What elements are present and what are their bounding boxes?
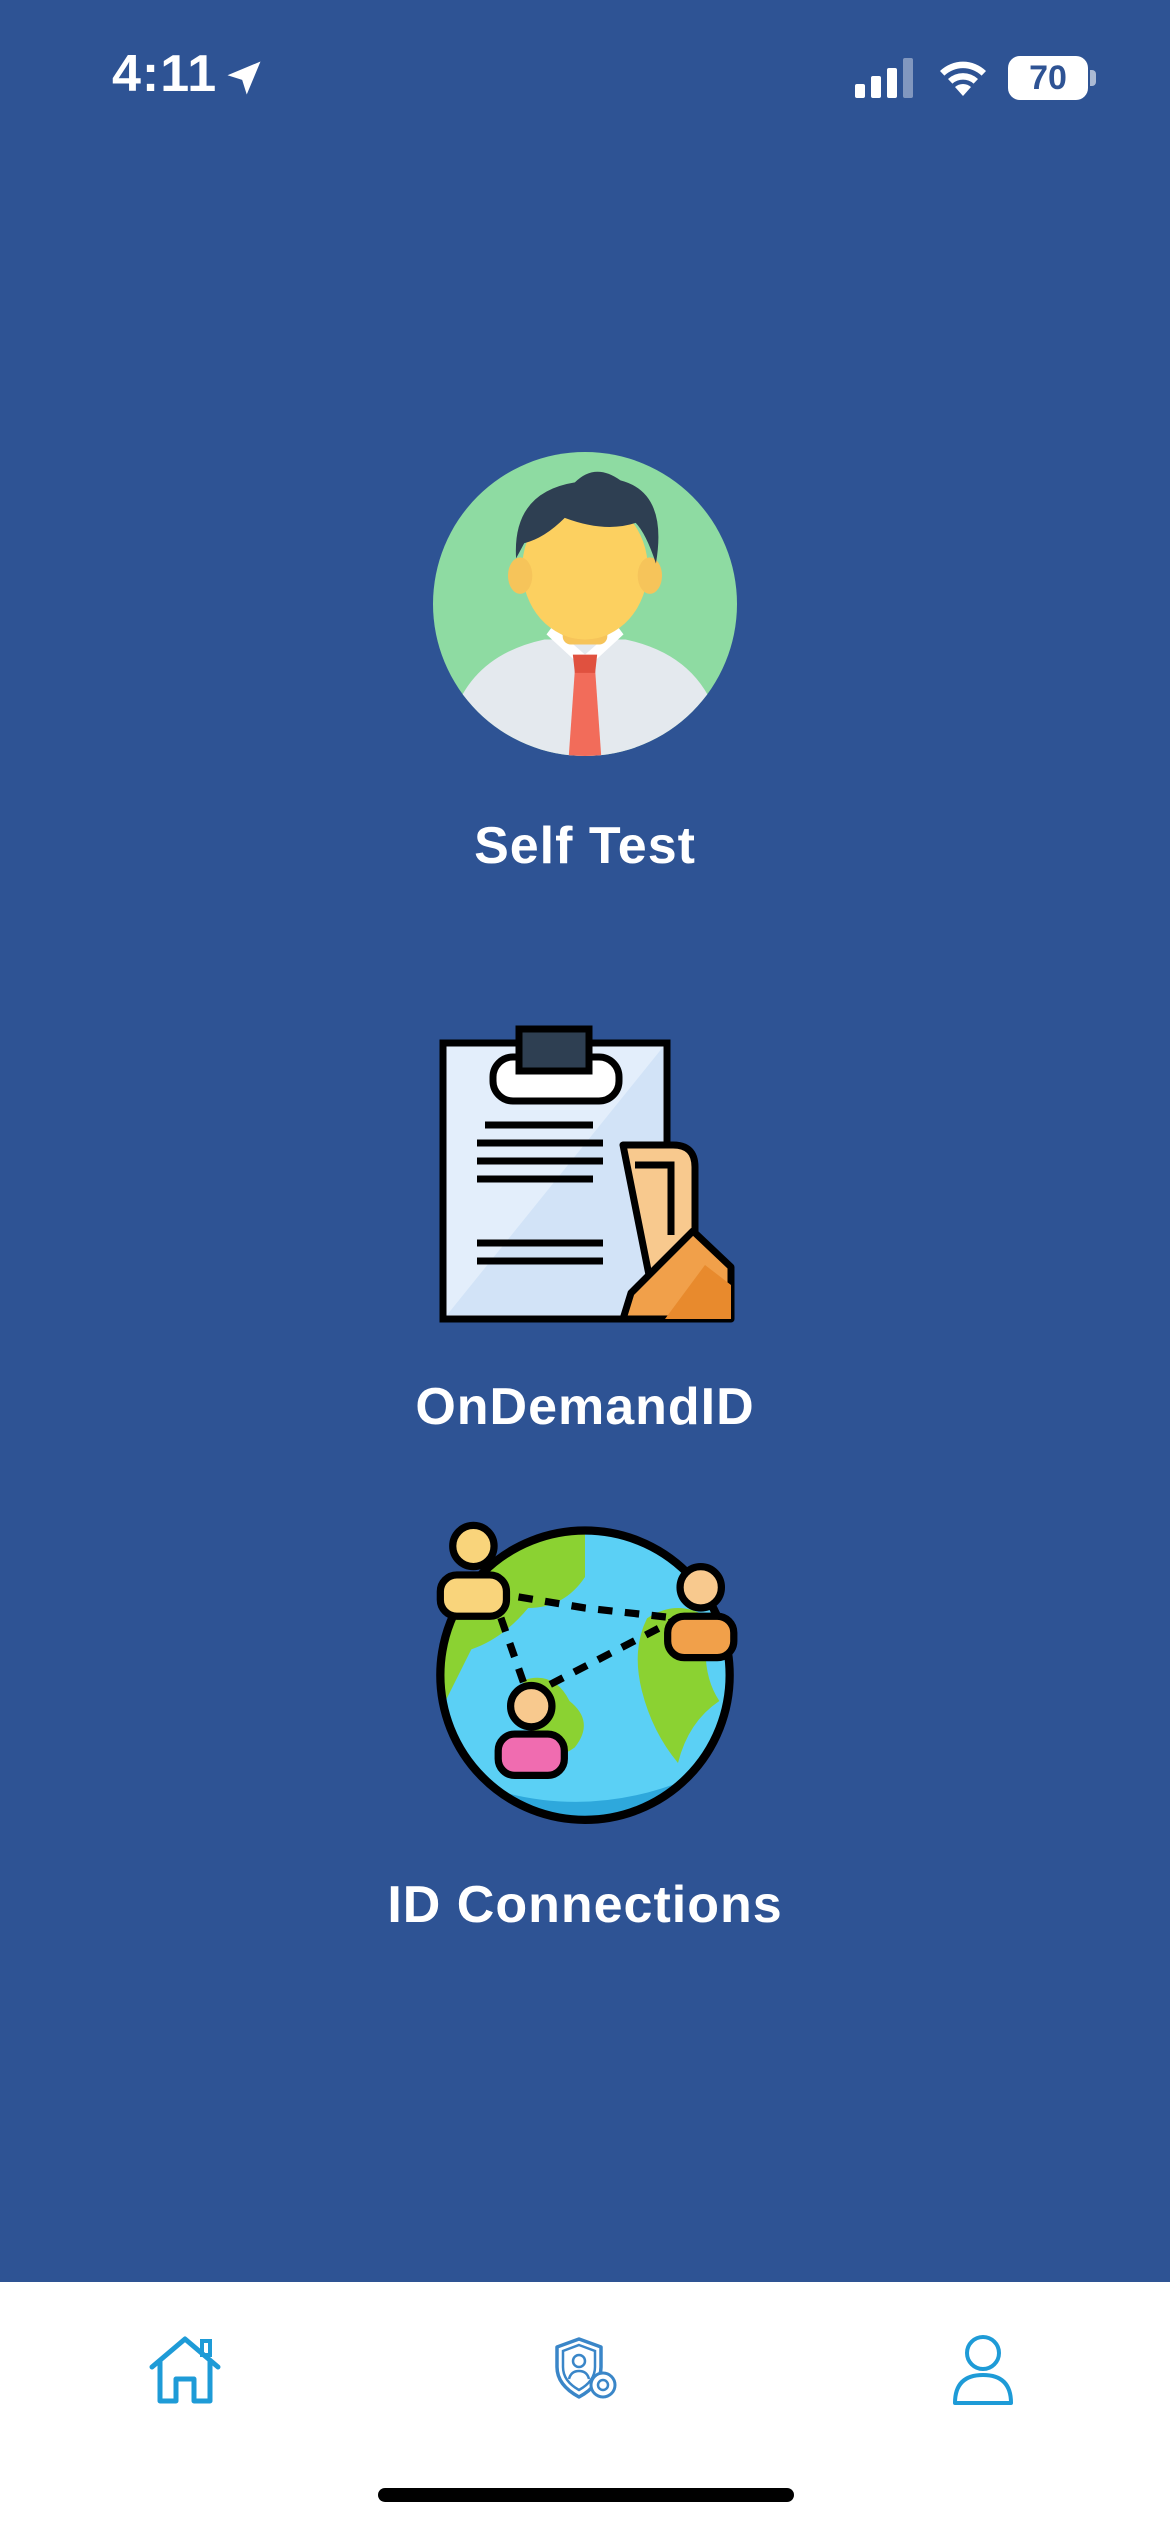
- clipboard-document-icon: [439, 1025, 735, 1323]
- self-test-label: Self Test: [474, 817, 696, 875]
- profile-icon: [953, 2335, 1013, 2405]
- wifi-icon: [940, 61, 986, 96]
- ondemandid-button[interactable]: OnDemandID: [0, 1025, 1170, 1437]
- self-test-button[interactable]: Self Test: [0, 452, 1170, 876]
- status-bar: 4:11 70: [0, 0, 1170, 150]
- tab-security[interactable]: [540, 2324, 630, 2414]
- cell-signal-icon: [855, 58, 913, 98]
- shield-gear-icon: [555, 2337, 617, 2399]
- home-indicator: [378, 2488, 794, 2502]
- globe-people-icon: [436, 1521, 738, 1824]
- home-icon: [149, 2336, 221, 2404]
- location-arrow-icon: [227, 61, 261, 95]
- person-avatar-icon: [433, 452, 737, 756]
- battery-cap: [1090, 70, 1096, 86]
- battery-icon: 70: [1008, 56, 1088, 100]
- tab-profile[interactable]: [938, 2324, 1028, 2414]
- ondemandid-label: OnDemandID: [415, 1378, 755, 1436]
- tab-home[interactable]: [140, 2324, 230, 2414]
- status-time: 4:11: [112, 45, 218, 103]
- id-connections-button[interactable]: ID Connections: [0, 1515, 1170, 1935]
- battery-level: 70: [1029, 58, 1067, 97]
- id-connections-label: ID Connections: [387, 1876, 783, 1934]
